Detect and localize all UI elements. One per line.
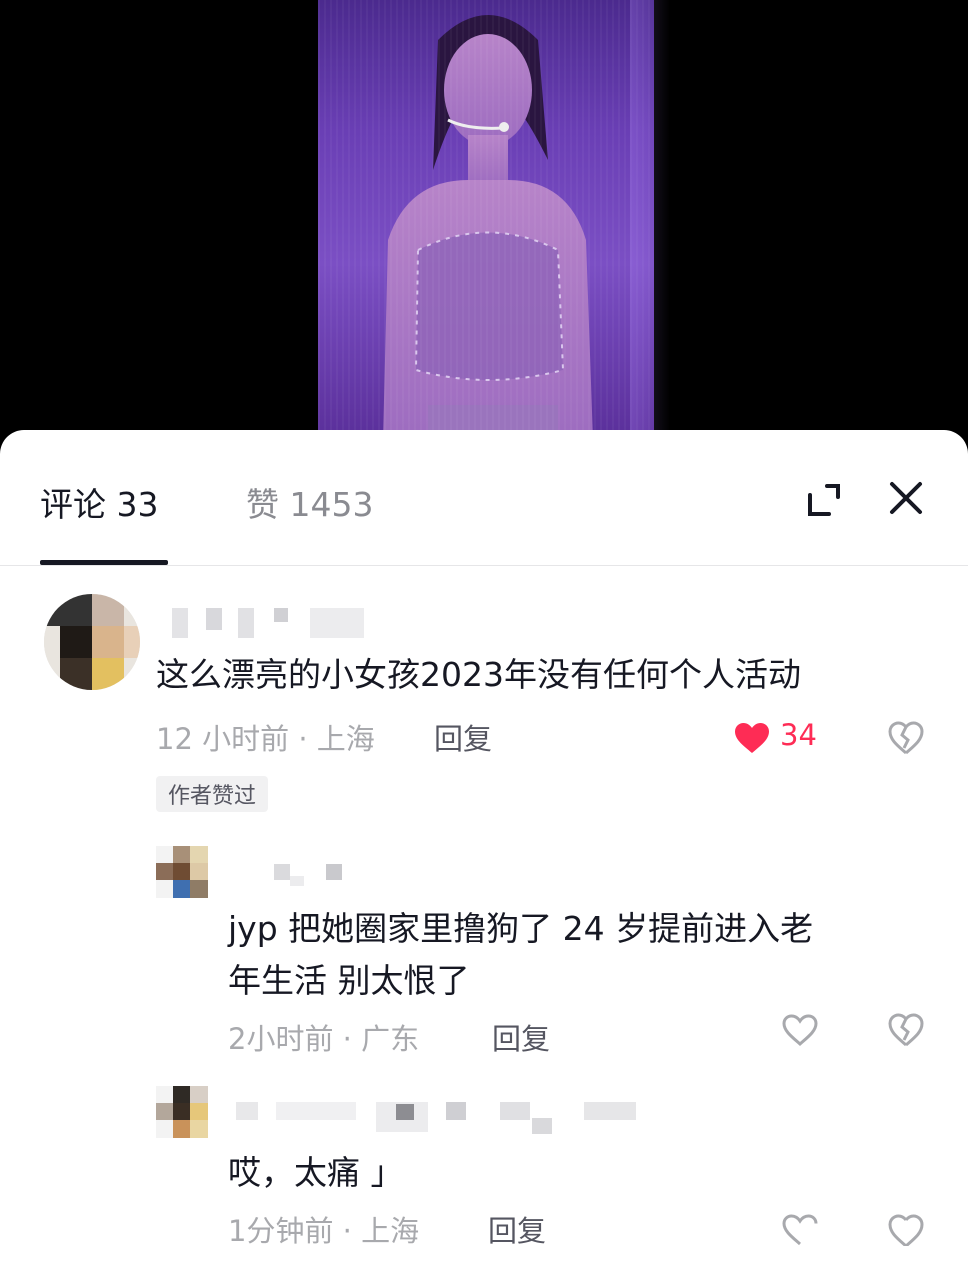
blurred-username[interactable] <box>236 1098 640 1142</box>
comment-text: 这么漂亮的小女孩2023年没有任何个人活动 <box>156 655 801 694</box>
video-preview[interactable] <box>0 0 968 440</box>
reply-text: 哎，太痛 ｣ <box>228 1153 387 1192</box>
comment-meta: 12 小时前 · 上海 <box>156 722 375 756</box>
author-liked-badge: 作者赞过 <box>156 776 269 812</box>
reply-button[interactable]: 回复 <box>492 1016 550 1058</box>
stage-screen-image <box>318 0 654 440</box>
tab-comments[interactable]: 评论 33 <box>40 478 158 526</box>
reply-text-line-2: 年生活 别太恨了 <box>228 961 470 1000</box>
avatar[interactable] <box>156 1086 208 1138</box>
tab-bar: 评论 33 赞 1453 <box>0 430 968 566</box>
heart-outline-icon[interactable] <box>778 1206 822 1250</box>
dislike-icon[interactable] <box>884 716 928 760</box>
avatar[interactable] <box>156 846 208 898</box>
tab-divider <box>0 565 968 566</box>
comments-sheet: 评论 33 赞 1453 这么漂亮的小女孩2023年没有任何个人活动 12 小时… <box>0 430 968 1280</box>
reply-button[interactable]: 回复 <box>488 1208 546 1250</box>
pixelated-avatar-image <box>156 846 208 898</box>
performer-image <box>383 15 593 440</box>
blurred-username[interactable] <box>274 862 354 892</box>
stage-light <box>630 0 670 440</box>
tab-likes[interactable]: 赞 1453 <box>246 478 373 526</box>
reply-meta: 1分钟前 · 上海 <box>228 1214 420 1248</box>
dislike-icon[interactable] <box>884 1008 928 1052</box>
pixelated-avatar-image <box>156 1086 208 1138</box>
close-icon[interactable] <box>884 476 928 520</box>
expand-icon[interactable] <box>802 478 846 522</box>
heart-filled-icon[interactable] <box>732 716 772 760</box>
avatar[interactable] <box>44 594 140 690</box>
heart-outline-icon[interactable] <box>778 1008 822 1052</box>
dislike-icon[interactable] <box>884 1206 928 1250</box>
reply-button[interactable]: 回复 <box>434 716 492 758</box>
reply-meta: 2小时前 · 广东 <box>228 1022 420 1056</box>
blurred-username[interactable] <box>172 602 372 644</box>
pixelated-avatar-image <box>44 594 140 690</box>
like-count: 34 <box>780 718 817 752</box>
reply-text-line-1: jyp 把她圈家里撸狗了 24 岁提前进入老 <box>228 909 814 948</box>
